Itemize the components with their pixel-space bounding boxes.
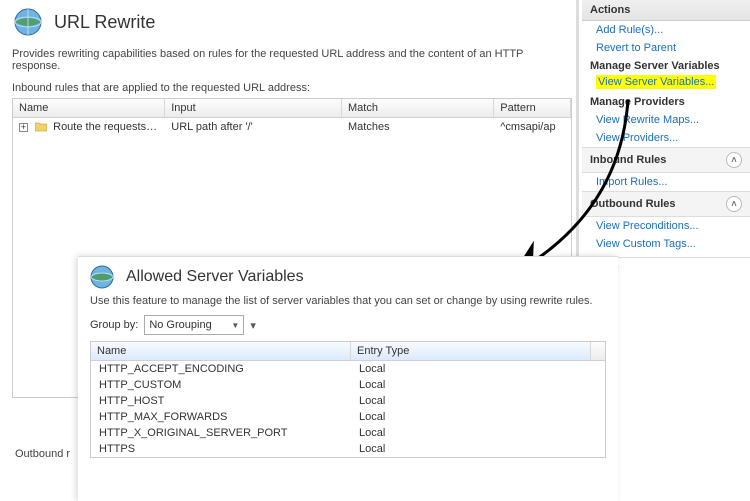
revert-to-parent-link[interactable]: Revert to Parent xyxy=(582,39,750,57)
outbound-rules-label: Outbound Rules xyxy=(590,198,676,210)
folder-icon xyxy=(35,122,47,132)
page-title: URL Rewrite xyxy=(54,12,155,33)
view-providers-link[interactable]: View Providers... xyxy=(582,129,750,147)
var-name-cell: HTTP_HOST xyxy=(91,393,351,409)
view-preconditions-link[interactable]: View Preconditions... xyxy=(582,217,750,235)
col-match[interactable]: Match xyxy=(342,99,494,117)
chevron-up-icon[interactable]: ˄ xyxy=(726,196,742,212)
var-name-cell: HTTPS xyxy=(91,441,351,457)
rule-match-cell: Matches xyxy=(342,118,494,136)
globe-icon xyxy=(88,263,116,291)
grid-header: Name Input Match Pattern xyxy=(13,99,571,118)
table-row[interactable]: HTTPSLocal xyxy=(91,441,605,457)
rule-name-cell: + Route the requests for ... xyxy=(13,118,165,136)
expand-icon[interactable]: + xyxy=(19,123,28,132)
page-description: Provides rewriting capabilities based on… xyxy=(12,48,572,72)
table-row[interactable]: HTTP_X_ORIGINAL_SERVER_PORTLocal xyxy=(91,425,605,441)
actions-pane: Actions Add Rule(s)... Revert to Parent … xyxy=(582,0,750,276)
var-entry-cell: Local xyxy=(351,377,591,393)
import-rules-link[interactable]: Import Rules... xyxy=(582,173,750,191)
manage-server-variables-section: Manage Server Variables xyxy=(582,57,750,75)
inbound-rules-section[interactable]: Inbound Rules ˄ xyxy=(582,147,750,173)
dialog-description: Use this feature to manage the list of s… xyxy=(78,295,618,315)
inbound-heading: Inbound rules that are applied to the re… xyxy=(12,82,572,94)
view-custom-tags-link[interactable]: View Custom Tags... xyxy=(582,235,750,253)
var-name-cell: HTTP_MAX_FORWARDS xyxy=(91,409,351,425)
rule-name: Route the requests for ... xyxy=(53,121,165,133)
actions-header: Actions xyxy=(582,0,750,21)
col-pattern[interactable]: Pattern xyxy=(494,99,571,117)
var-entry-cell: Local xyxy=(351,441,591,457)
page-header: URL Rewrite xyxy=(12,6,572,38)
var-name-cell: HTTP_CUSTOM xyxy=(91,377,351,393)
var-entry-cell: Local xyxy=(351,393,591,409)
chevron-up-icon[interactable]: ˄ xyxy=(726,152,742,168)
group-by-value: No Grouping xyxy=(149,319,211,331)
table-row[interactable]: HTTP_ACCEPT_ENCODINGLocal xyxy=(91,361,605,377)
col-input[interactable]: Input xyxy=(165,99,342,117)
table-row[interactable]: HTTP_CUSTOMLocal xyxy=(91,377,605,393)
vars-col-name[interactable]: Name xyxy=(91,342,351,360)
url-rewrite-icon xyxy=(12,6,44,38)
vars-col-entry[interactable]: Entry Type xyxy=(351,342,591,360)
group-by-select[interactable]: No Grouping ▼ xyxy=(144,315,244,335)
manage-providers-section: Manage Providers xyxy=(582,93,750,111)
add-rule-link[interactable]: Add Rule(s)... xyxy=(582,21,750,39)
group-by-row: Group by: No Grouping ▼ ▾ xyxy=(78,315,618,341)
rule-pattern-cell: ^cmsapi/ap xyxy=(494,118,571,136)
var-name-cell: HTTP_ACCEPT_ENCODING xyxy=(91,361,351,377)
inbound-rules-label: Inbound Rules xyxy=(590,154,666,166)
outbound-label: Outbound r xyxy=(15,448,70,460)
server-variables-grid[interactable]: Name Entry Type HTTP_ACCEPT_ENCODINGLoca… xyxy=(90,341,606,458)
rule-input-cell: URL path after '/' xyxy=(165,118,342,136)
view-server-variables-link[interactable]: View Server Variables... xyxy=(596,75,716,89)
var-entry-cell: Local xyxy=(351,409,591,425)
dialog-title: Allowed Server Variables xyxy=(126,268,304,286)
col-name[interactable]: Name xyxy=(13,99,165,117)
view-rewrite-maps-link[interactable]: View Rewrite Maps... xyxy=(582,111,750,129)
group-by-label: Group by: xyxy=(90,319,138,331)
chevron-down-icon: ▼ xyxy=(231,321,239,330)
outbound-rules-section[interactable]: Outbound Rules ˄ xyxy=(582,191,750,217)
var-name-cell: HTTP_X_ORIGINAL_SERVER_PORT xyxy=(91,425,351,441)
var-entry-cell: Local xyxy=(351,361,591,377)
table-row[interactable]: HTTP_MAX_FORWARDSLocal xyxy=(91,409,605,425)
allowed-server-variables-panel: Allowed Server Variables Use this featur… xyxy=(78,256,618,501)
table-row[interactable]: HTTP_HOSTLocal xyxy=(91,393,605,409)
vars-grid-header: Name Entry Type xyxy=(91,342,605,361)
table-row[interactable]: + Route the requests for ... URL path af… xyxy=(13,118,571,136)
var-entry-cell: Local xyxy=(351,425,591,441)
